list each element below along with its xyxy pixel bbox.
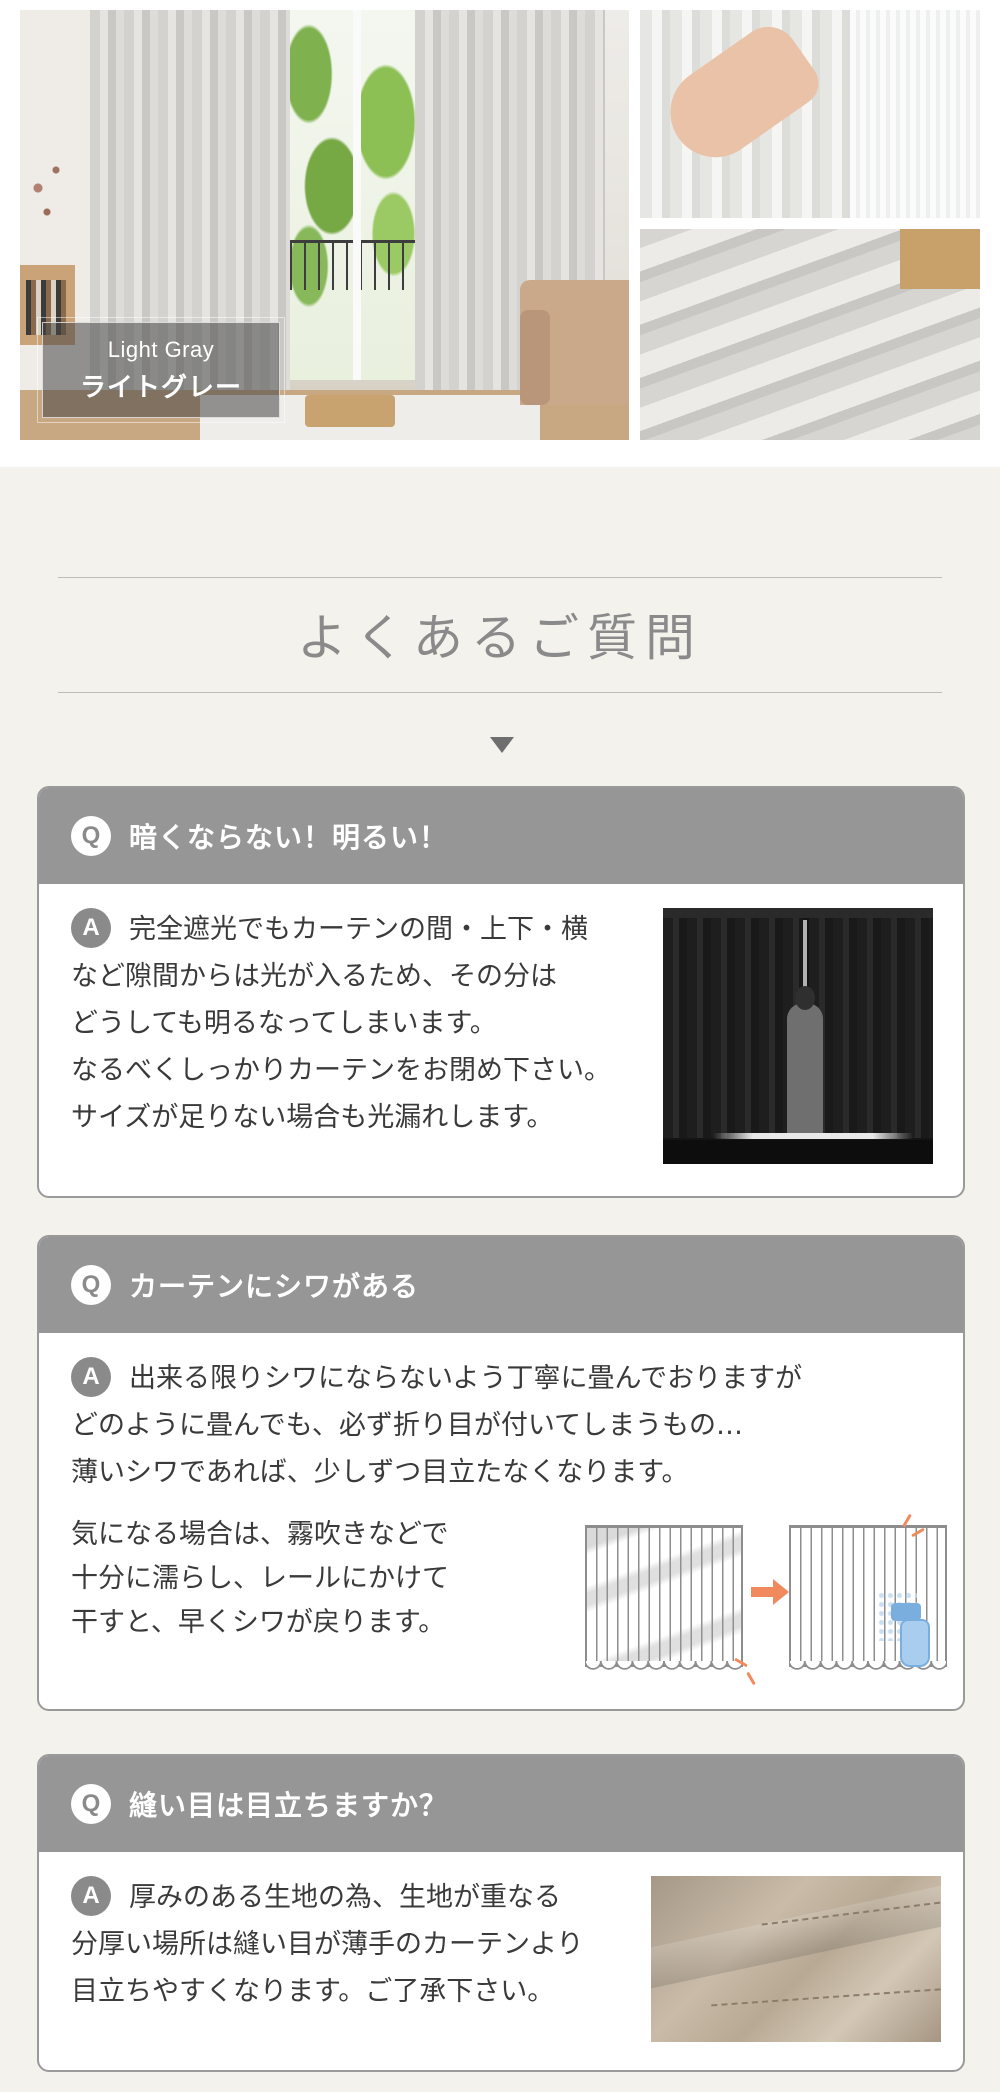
answer-line: サイズが足りない場合も光漏れします。 [71, 1102, 554, 1133]
wrinkle-fix-illustration [547, 1511, 947, 1709]
answer-line: なるべくしっかりカーテンをお閉め下さい。 [71, 1055, 611, 1086]
answer-line: 薄いシワであれば、少しずつ目立たなくなります。 [71, 1457, 689, 1488]
answer-badge-icon: A [71, 907, 111, 948]
title-rule-bottom [58, 692, 942, 693]
question-badge-icon: Q [71, 1265, 111, 1305]
answer-line: 目立ちやすくなります。ご了承下さい。 [71, 1976, 555, 2007]
answer-line: どうしても明るなってしまいます。 [71, 1008, 497, 1039]
answer-line: 完全遮光でもカーテンの間・上下・横 [129, 914, 588, 945]
faq-item-seams: Q 縫い目は目立ちますか？ A 厚みのある生地の為、生地が重なる 分厚い場所は縫い… [37, 1754, 965, 2072]
answer-badge-icon: A [71, 1875, 111, 1916]
answer-line: など隙間からは光が入るため、その分は [71, 961, 557, 992]
answer-line: 分厚い場所は縫い目が薄手のカーテンより [71, 1929, 584, 1960]
triangle-down-icon [490, 737, 514, 753]
answer-line: どのように畳んでも、必ず折り目が付いてしまうもの… [71, 1410, 744, 1441]
faq-question-bar: Q 縫い目は目立ちますか？ [39, 1756, 963, 1852]
faq-item-brightness: Q 暗くならない！明るい！ A 完全遮光でもカーテンの間・上下・横 など隙間からは… [37, 786, 965, 1198]
color-label-en: Light Gray [107, 337, 215, 362]
faq-question-bar: Q カーテンにシワがある [39, 1237, 963, 1333]
hand-holding-curtain-photo [640, 10, 980, 218]
wrinkled-curtain-icon [585, 1525, 743, 1675]
faq-title: よくあるご質問 [297, 609, 703, 667]
faq-answer: A 出来る限りシワにならないよう丁寧に畳んでおりますが どのように畳んでも、必ず折… [71, 1355, 802, 1496]
faq-question-bar: Q 暗くならない！明るい！ [39, 788, 963, 884]
faq-item-wrinkles: Q カーテンにシワがある A 出来る限りシワにならないよう丁寧に畳んでおりますが … [37, 1235, 965, 1711]
faq-question: カーテンにシワがある [129, 1270, 420, 1303]
faq-question: 縫い目は目立ちますか？ [129, 1789, 449, 1822]
tip-line: 十分に濡らし、レールにかけて [71, 1563, 449, 1594]
answer-badge-icon: A [71, 1356, 111, 1397]
faq-answer: A 厚みのある生地の為、生地が重なる 分厚い場所は縫い目が薄手のカーテンより 目立… [71, 1874, 583, 2015]
color-label-jp: ライトグレー [79, 373, 242, 403]
product-gallery: Light Gray ライトグレー [0, 0, 1000, 467]
faq-answer: A 完全遮光でもカーテンの間・上下・横 など隙間からは光が入るため、その分は どう… [71, 906, 611, 1141]
faq-question: 暗くならない！明るい！ [129, 821, 449, 854]
answer-line: 出来る限りシワにならないよう丁寧に畳んでおりますが [129, 1363, 803, 1394]
dark-room-photo [663, 908, 933, 1164]
answer-line: 厚みのある生地の為、生地が重なる [129, 1882, 561, 1913]
question-badge-icon: Q [71, 816, 111, 856]
color-label: Light Gray ライトグレー [37, 317, 285, 423]
tip-line: 気になる場合は、霧吹きなどで [71, 1519, 449, 1550]
question-badge-icon: Q [71, 1784, 111, 1824]
fabric-closeup-photo [640, 229, 980, 440]
seam-closeup-photo [651, 1876, 941, 2042]
title-rule-top [58, 577, 942, 578]
tip-line: 干すと、早くシワが戻ります。 [71, 1607, 446, 1638]
faq-answer-tip: 気になる場合は、霧吹きなどで 十分に濡らし、レールにかけて 干すと、早くシワが戻… [71, 1513, 449, 1645]
arrow-right-icon [751, 1579, 789, 1605]
